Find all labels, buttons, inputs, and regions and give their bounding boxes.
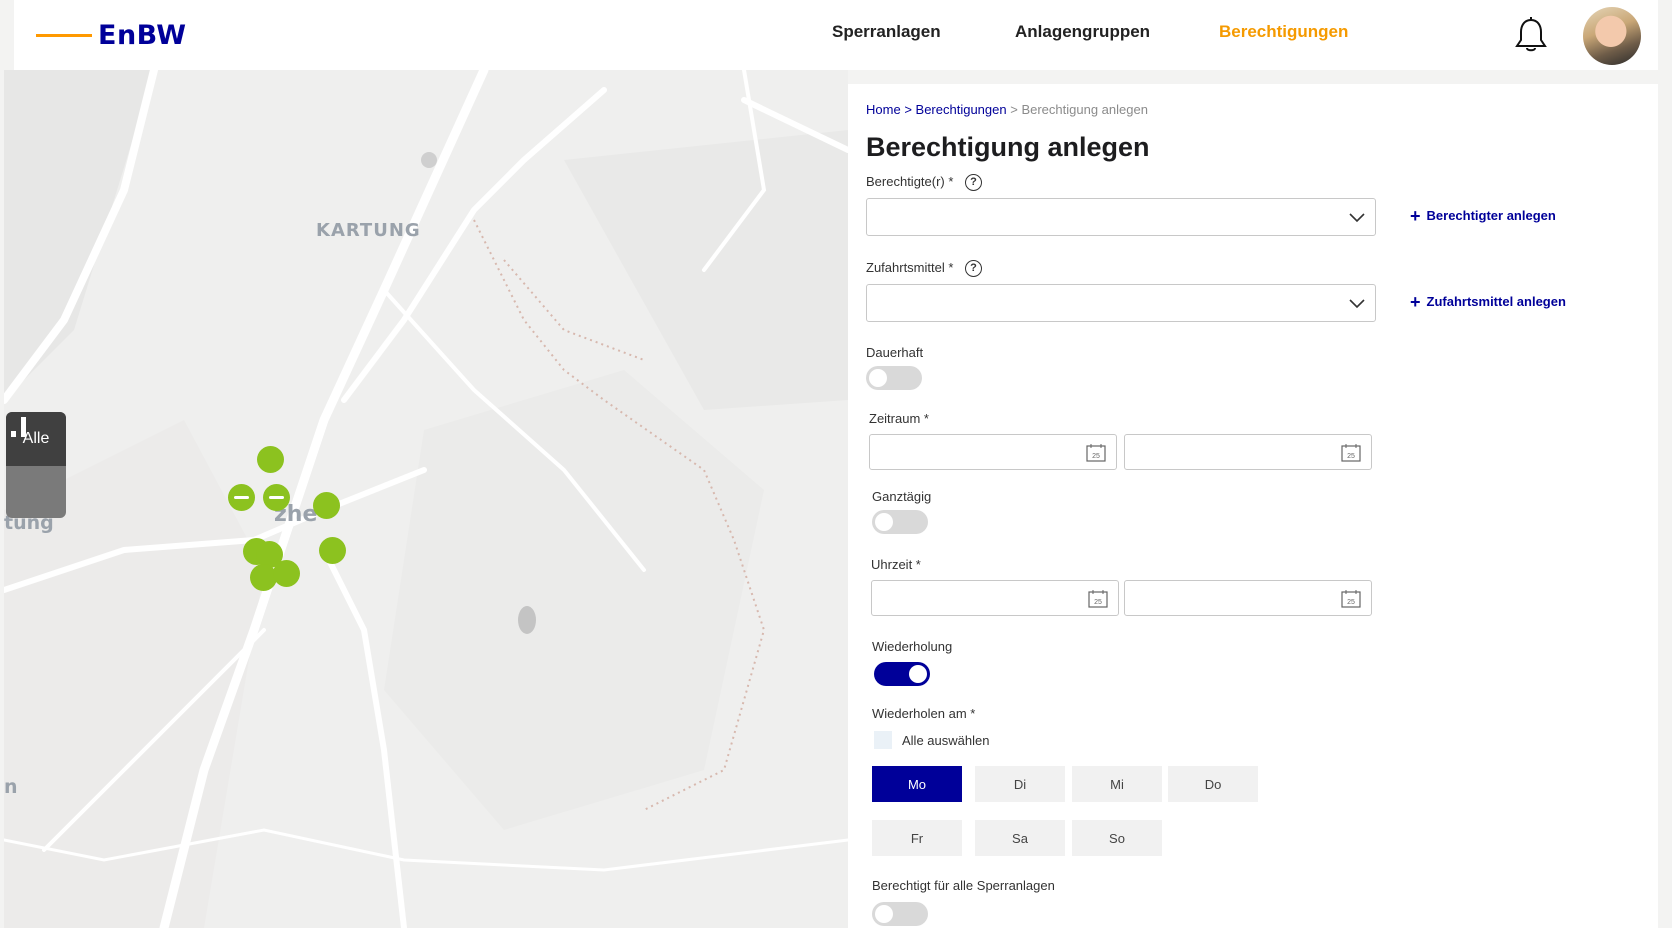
breadcrumb-current: Berechtigung anlegen [1021, 102, 1148, 117]
toggle-knob [875, 513, 893, 531]
uhrzeit-to-input[interactable]: 25 [1124, 580, 1372, 616]
toggle-knob [875, 905, 893, 923]
chevron-down-icon [1349, 299, 1365, 309]
user-avatar[interactable] [1583, 7, 1641, 65]
day-button-do[interactable]: Do [1168, 766, 1258, 802]
zeitraum-from-input[interactable]: 25 [869, 434, 1117, 470]
calendar-day: 25 [1094, 599, 1102, 606]
app-window: EnBW Sperranlagen Anlagengruppen Berecht… [0, 0, 1672, 928]
logo-line [36, 33, 92, 37]
logo-text: EnBW [98, 19, 187, 51]
map-pin-minus[interactable] [263, 484, 290, 511]
nav-sperranlagen[interactable]: Sperranlagen [832, 22, 941, 42]
enbw-logo[interactable]: EnBW [36, 18, 187, 52]
breadcrumb: Home > Berechtigungen > Berechtigung anl… [866, 102, 1148, 117]
top-header: EnBW Sperranlagen Anlagengruppen Berecht… [14, 0, 1658, 70]
page-title: Berechtigung anlegen [866, 132, 1150, 162]
zufahrtsmittel-select[interactable] [866, 284, 1376, 322]
wiederholen-am-label: Wiederholen am * [872, 706, 976, 721]
chevron-down-icon [1349, 213, 1365, 223]
map-pin[interactable] [313, 492, 340, 519]
zeitraum-label: Zeitraum * [869, 411, 929, 426]
day-button-sa[interactable]: Sa [975, 820, 1065, 856]
calendar-icon[interactable]: 25 [1088, 590, 1108, 608]
berechtigter-label: Berechtigte(r) * [866, 174, 954, 189]
add-berechtigter-link[interactable]: + Berechtigter anlegen [1410, 206, 1556, 227]
wiederholung-toggle[interactable] [874, 662, 930, 686]
calendar-day: 25 [1347, 599, 1355, 606]
nav-anlagengruppen[interactable]: Anlagengruppen [1015, 22, 1150, 42]
wiederholung-label: Wiederholung [872, 639, 953, 654]
ganztaegig-label: Ganztägig [872, 489, 932, 504]
berechtigter-label-row: Berechtigte(r) * ? [866, 174, 983, 192]
nav-berechtigungen[interactable]: Berechtigungen [1219, 22, 1348, 42]
calendar-icon[interactable]: 25 [1086, 444, 1106, 462]
window-edge [1658, 70, 1672, 928]
map-label-kartung: KARTUNG [316, 220, 421, 241]
calendar-day: 25 [1092, 453, 1100, 460]
map-pin[interactable] [273, 560, 300, 587]
breadcrumb-separator: > [1010, 102, 1018, 117]
calendar-day: 25 [1347, 453, 1355, 460]
help-icon[interactable]: ? [965, 174, 983, 192]
add-berechtigter-label: Berechtigter anlegen [1426, 208, 1556, 223]
map-pin[interactable] [257, 446, 284, 473]
bar-chart-icon[interactable] [6, 417, 66, 518]
zufahrtsmittel-label-row: Zufahrtsmittel * ? [866, 260, 983, 278]
calendar-icon[interactable]: 25 [1341, 590, 1361, 608]
uhrzeit-from-input[interactable]: 25 [871, 580, 1119, 616]
day-button-so[interactable]: So [1072, 820, 1162, 856]
day-button-mi[interactable]: Mi [1072, 766, 1162, 802]
add-zufahrtsmittel-label: Zufahrtsmittel anlegen [1426, 294, 1566, 309]
uhrzeit-label: Uhrzeit * [871, 557, 921, 572]
day-button-mo[interactable]: Mo [872, 766, 962, 802]
alle-sperranlagen-label: Berechtigt für alle Sperranlagen [872, 878, 1055, 893]
select-all-label: Alle auswählen [902, 733, 990, 748]
help-icon[interactable]: ? [965, 260, 983, 278]
map-pin-minus[interactable] [228, 484, 255, 511]
breadcrumb-home[interactable]: Home [866, 102, 901, 117]
breadcrumb-separator: > [904, 102, 912, 117]
day-button-di[interactable]: Di [975, 766, 1065, 802]
plus-icon: + [1410, 206, 1421, 226]
alle-sperranlagen-toggle[interactable] [872, 902, 928, 926]
dauerhaft-label: Dauerhaft [866, 345, 924, 360]
bell-icon[interactable] [1513, 16, 1549, 54]
add-zufahrtsmittel-link[interactable]: + Zufahrtsmittel anlegen [1410, 292, 1566, 313]
breadcrumb-berechtigungen[interactable]: Berechtigungen [916, 102, 1007, 117]
toggle-knob [869, 369, 887, 387]
map-pin[interactable] [319, 537, 346, 564]
ganztaegig-toggle[interactable] [872, 510, 928, 534]
permission-form-panel: Home > Berechtigungen > Berechtigung anl… [848, 84, 1658, 928]
plus-icon: + [1410, 292, 1421, 312]
calendar-icon[interactable]: 25 [1341, 444, 1361, 462]
select-all-checkbox[interactable] [874, 731, 892, 749]
zufahrtsmittel-label: Zufahrtsmittel * [866, 260, 954, 275]
toggle-knob [909, 665, 927, 683]
map-view[interactable]: KARTUNG zhe tung n Alle [4, 70, 848, 928]
zeitraum-to-input[interactable]: 25 [1124, 434, 1372, 470]
map-background [4, 70, 848, 928]
map-filter-control: Alle [6, 412, 66, 518]
dauerhaft-toggle[interactable] [866, 366, 922, 390]
berechtigter-select[interactable] [866, 198, 1376, 236]
day-button-fr[interactable]: Fr [872, 820, 962, 856]
map-label-bottom: n [4, 776, 18, 798]
